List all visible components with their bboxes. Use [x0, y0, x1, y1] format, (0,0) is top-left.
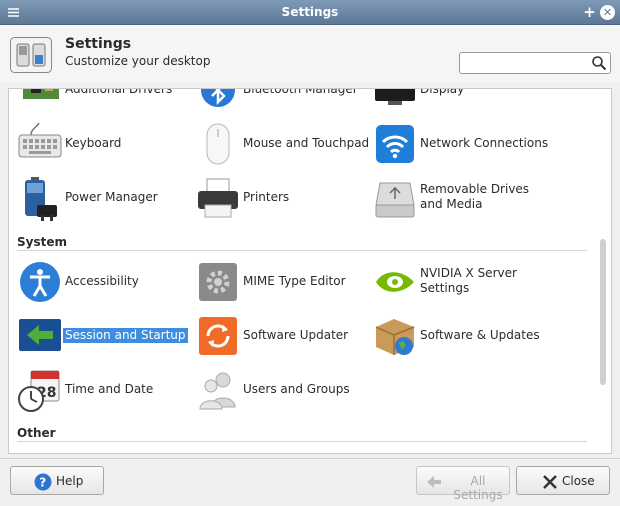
wifi-icon: [376, 125, 414, 163]
item-label: Printers: [243, 190, 290, 204]
section-heading-other: Other: [17, 426, 56, 440]
item-keyboard[interactable]: Keyboard: [17, 121, 187, 169]
header: Settings Customize your desktop: [0, 25, 620, 82]
item-label: Software & Updates: [420, 328, 540, 342]
scrollbar-thumb[interactable]: [600, 239, 606, 385]
window-titlebar[interactable]: Settings + ✕: [0, 0, 620, 25]
close-icon: [543, 475, 557, 489]
users-icon: [199, 372, 236, 410]
page-subtitle: Customize your desktop: [65, 54, 211, 68]
item-label: Mouse and Touchpad: [243, 136, 370, 150]
printer-icon: [198, 178, 238, 218]
item-network-connections[interactable]: Network Connections: [372, 121, 548, 169]
item-additional-drivers[interactable]: Additional Drivers: [17, 88, 187, 115]
item-printers[interactable]: Printers: [195, 175, 365, 223]
nvidia-icon: [376, 272, 414, 292]
page-title: Settings: [65, 36, 132, 52]
item-label: Software Updater: [243, 328, 349, 342]
section-heading-system: System: [17, 235, 67, 249]
back-arrow-icon: [427, 476, 441, 488]
section-divider: [17, 441, 587, 442]
item-accessibility[interactable]: Accessibility: [17, 259, 187, 307]
item-label: Additional Drivers: [65, 88, 173, 96]
all-settings-button[interactable]: All Settings: [416, 466, 510, 502]
item-bluetooth-manager[interactable]: Bluetooth Manager: [195, 88, 365, 115]
package-icon: [375, 319, 415, 355]
item-label: Power Manager: [65, 190, 158, 204]
item-label: MIME Type Editor: [243, 274, 346, 288]
refresh-icon: [199, 317, 237, 355]
item-label: Session and Startup: [63, 328, 188, 343]
close-window-icon[interactable]: ✕: [600, 5, 615, 20]
item-label: Accessibility: [65, 274, 139, 288]
search-input[interactable]: [464, 53, 590, 73]
monitor-icon: [375, 89, 415, 105]
clock-icon: 28: [18, 370, 60, 412]
close-label: Close: [562, 474, 595, 488]
maximize-icon[interactable]: +: [582, 5, 597, 20]
window-title: Settings: [281, 5, 339, 19]
settings-grid[interactable]: Additional Drivers Bluetooth Manager Dis…: [8, 88, 612, 454]
accessibility-icon: [20, 262, 60, 302]
search-icon[interactable]: [591, 55, 607, 71]
session-icon: [19, 319, 61, 351]
item-display[interactable]: Display: [372, 88, 542, 115]
item-label: Bluetooth Manager: [243, 88, 358, 96]
item-removable-drives[interactable]: Removable Drives and Media: [372, 175, 562, 223]
svg-text:?: ?: [39, 476, 46, 490]
item-software-updates[interactable]: Software & Updates: [372, 313, 562, 361]
all-settings-label: All Settings: [453, 474, 503, 502]
close-button[interactable]: Close: [516, 466, 610, 495]
settings-app-icon: [10, 37, 52, 73]
drive-icon: [375, 182, 415, 218]
help-icon: ?: [34, 473, 52, 491]
item-time-and-date[interactable]: 28 Time and Date: [17, 367, 187, 415]
section-divider: [17, 250, 587, 251]
item-label: Removable Drives and Media: [420, 182, 530, 211]
item-nvidia-settings[interactable]: NVIDIA X Server Settings: [372, 259, 562, 307]
item-label: Users and Groups: [243, 382, 350, 396]
mouse-icon: [206, 123, 230, 165]
item-mime-type-editor[interactable]: MIME Type Editor: [195, 259, 365, 307]
help-button[interactable]: ? Help: [10, 466, 104, 495]
battery-icon: [25, 177, 57, 221]
item-users-groups[interactable]: Users and Groups: [195, 367, 365, 415]
item-software-updater[interactable]: Software Updater: [195, 313, 365, 361]
keyboard-icon: [18, 122, 62, 158]
item-mouse-touchpad[interactable]: Mouse and Touchpad: [195, 121, 369, 169]
item-label: Network Connections: [420, 136, 549, 150]
gear-icon: [199, 263, 237, 301]
item-label: Display: [420, 88, 465, 96]
item-label: Time and Date: [65, 382, 154, 396]
chip-icon: [23, 89, 59, 99]
item-label: Keyboard: [65, 136, 122, 150]
item-power-manager[interactable]: Power Manager: [17, 175, 187, 223]
item-label: NVIDIA X Server Settings: [420, 266, 517, 295]
bluetooth-icon: [201, 89, 235, 107]
help-label: Help: [56, 474, 84, 488]
item-session-startup[interactable]: Session and Startup: [17, 313, 188, 361]
footer-divider: [0, 458, 620, 459]
search-box[interactable]: [459, 52, 611, 74]
